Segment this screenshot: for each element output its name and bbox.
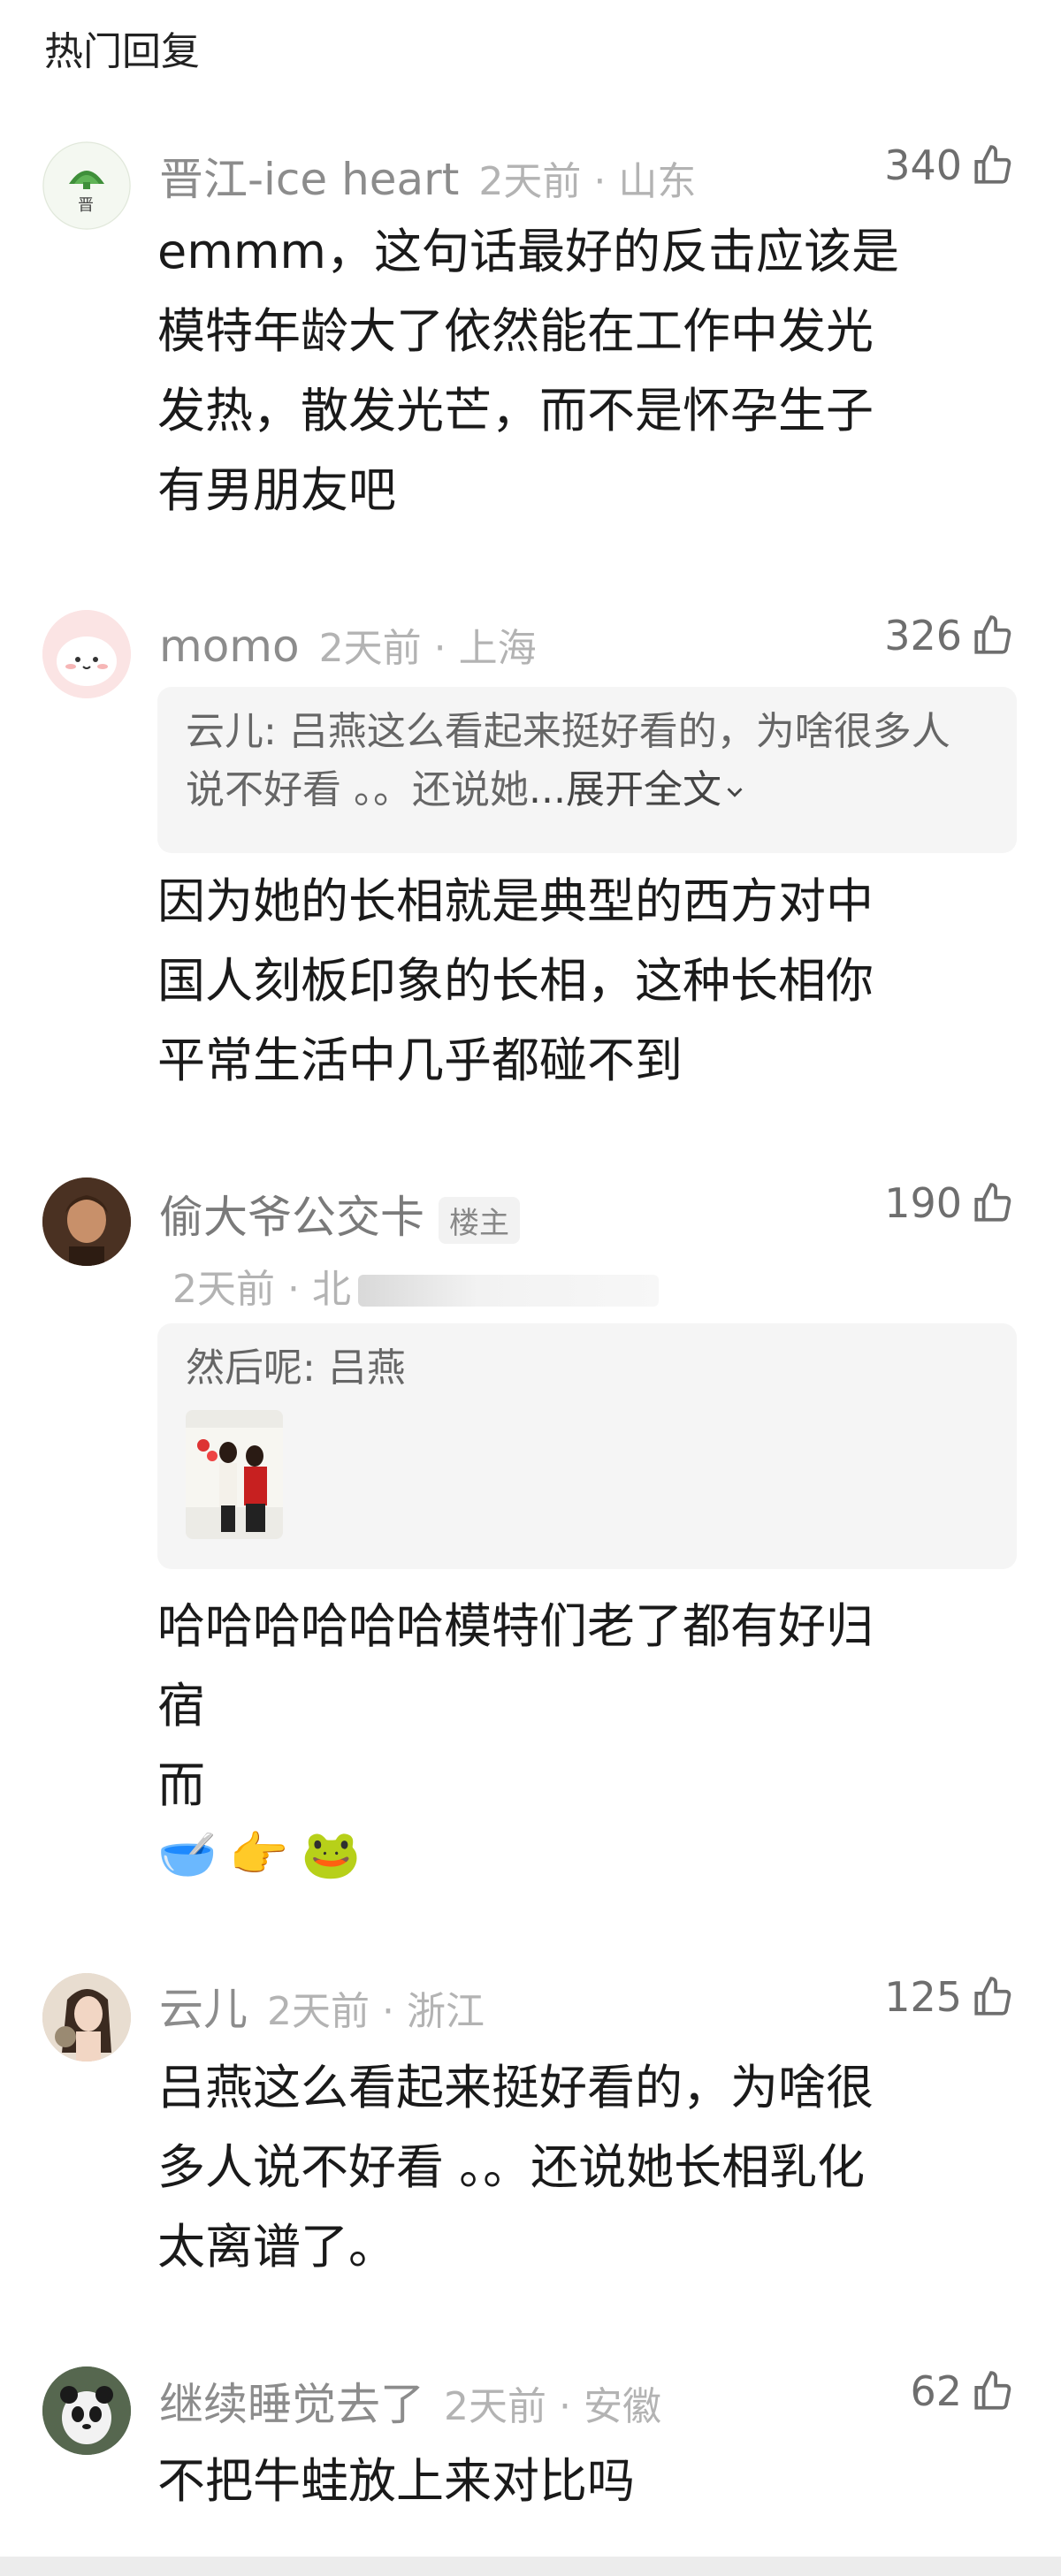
user-name-row: 继续睡觉去了 2天前 · 安徽 — [159, 2369, 661, 2433]
like-count: 340 — [884, 141, 962, 189]
comment-time: 2天前 — [444, 2384, 546, 2429]
thumbs-up-icon — [974, 2371, 1011, 2410]
comment-location: 山东 — [618, 159, 697, 204]
like-count: 62 — [910, 2367, 962, 2415]
dot-separator: · — [593, 159, 607, 204]
like-button[interactable]: 326 — [884, 612, 1015, 659]
thumbs-up-icon — [974, 145, 1011, 184]
avatar[interactable] — [42, 2366, 131, 2455]
user-name-row: 云儿 2天前 · 浙江 — [159, 1974, 485, 2038]
quoted-reply[interactable]: 然后呢: 吕燕 — [157, 1323, 1017, 1569]
quote-colon: : — [263, 709, 289, 754]
dot-separator: · — [382, 1989, 394, 2034]
comment-text: emmm，这句话最好的反击应该是 模特年龄大了依然能在工作中发光 发热，散发光芒… — [157, 224, 900, 518]
emoji-bowl-icon: 🥣 — [157, 1826, 218, 1882]
comment-text: 因为她的长相就是典型的西方对中 国人刻板印象的长相，这种长相你 平常生活中几乎都… — [157, 873, 874, 1088]
meta-row: 2天前 · 北 — [172, 1257, 659, 1314]
like-button[interactable]: 340 — [884, 141, 1015, 189]
comment-text: 哈哈哈哈哈哈模特们老了都有好归 宿 而 — [157, 1598, 874, 1813]
svg-text:晋: 晋 — [78, 196, 94, 215]
quoted-image-thumbnail[interactable] — [186, 1410, 283, 1539]
comment-location: 浙江 — [407, 1989, 485, 2034]
user-name-row: 晋江-ice heart 2天前 · 山东 — [159, 144, 696, 208]
emoji-row: 🥣 👉 🐸 — [157, 1824, 361, 1886]
user-name[interactable]: 晋江-ice heart — [159, 154, 459, 205]
comment-time: 2天前 — [172, 1267, 275, 1312]
thumbs-up-icon — [974, 1977, 1011, 2016]
quoted-reply[interactable]: 云儿: 吕燕这么看起来挺好看的，为啥很多人说不好看 。。还说她...展开全文 — [157, 687, 1017, 853]
comment-time: 2天前 — [267, 1989, 370, 2034]
emoji-frog-icon: 🐸 — [301, 1826, 361, 1882]
quote-text: 吕燕 — [327, 1345, 406, 1391]
user-name[interactable]: 偷大爷公交卡 — [159, 1192, 424, 1243]
avatar[interactable] — [42, 1177, 131, 1266]
avatar[interactable]: 晋 — [42, 141, 131, 230]
section-title: 热门回复 — [44, 29, 200, 74]
user-name[interactable]: momo — [159, 621, 300, 672]
expand-full-text[interactable]: ...展开全文 — [529, 767, 748, 812]
comment-time: 2天前 — [478, 159, 582, 204]
user-name[interactable]: 云儿 — [159, 1984, 248, 2035]
bottom-divider — [0, 2557, 1061, 2576]
like-button[interactable]: 125 — [884, 1973, 1015, 2021]
comment-location: 北 — [312, 1267, 351, 1312]
op-badge: 楼主 — [439, 1197, 520, 1244]
comment-location: 上海 — [458, 626, 537, 671]
blurred-location — [358, 1274, 659, 1307]
like-count: 190 — [884, 1179, 962, 1227]
avatar[interactable] — [42, 1973, 131, 2062]
expand-label: ...展开全文 — [529, 767, 721, 812]
user-name[interactable]: 继续睡觉去了 — [159, 2379, 424, 2430]
dot-separator: · — [433, 626, 447, 671]
comment-text: 不把牛蛙放上来对比吗 — [157, 2453, 635, 2509]
user-name-row: momo 2天前 · 上海 — [159, 616, 537, 673]
thumbs-up-icon — [974, 1183, 1011, 1222]
quote-author: 然后呢 — [186, 1345, 302, 1391]
chevron-down-icon — [727, 788, 743, 797]
quote-colon: : — [302, 1345, 328, 1391]
dot-separator: · — [287, 1267, 300, 1312]
comment-time: 2天前 — [318, 626, 422, 671]
avatar[interactable] — [42, 610, 131, 698]
user-name-row: 偷大爷公交卡 楼主 — [159, 1182, 520, 1246]
like-button[interactable]: 62 — [910, 2367, 1015, 2415]
comment-text: 吕燕这么看起来挺好看的，为啥很 多人说不好看 。。还说她长相乳化 太离谱了。 — [157, 2060, 874, 2275]
like-count: 125 — [884, 1973, 962, 2021]
like-count: 326 — [884, 612, 962, 659]
quote-author: 云儿 — [186, 709, 263, 754]
comment-location: 安徽 — [584, 2384, 661, 2429]
like-button[interactable]: 190 — [884, 1179, 1015, 1227]
emoji-pointing-hand-icon: 👉 — [229, 1826, 289, 1882]
thumbs-up-icon — [974, 615, 1011, 654]
dot-separator: · — [559, 2384, 571, 2429]
